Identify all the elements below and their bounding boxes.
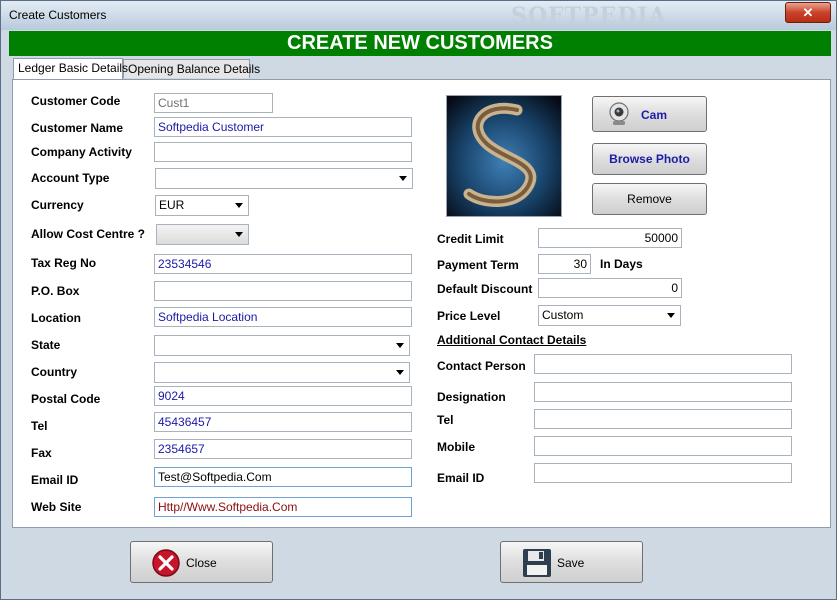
price-level-select[interactable]: Custom xyxy=(538,305,681,326)
webcam-icon xyxy=(609,102,629,125)
contact-email-input[interactable] xyxy=(534,463,792,483)
company-activity-label: Company Activity xyxy=(31,145,132,159)
customer-photo xyxy=(446,95,562,217)
state-label: State xyxy=(31,338,61,352)
tab-ledger-basic-details[interactable]: Ledger Basic Details xyxy=(13,58,128,79)
additional-contact-heading: Additional Contact Details xyxy=(437,333,587,347)
state-select[interactable] xyxy=(154,335,410,356)
mobile-label: Mobile xyxy=(437,440,475,454)
allow-cost-centre-label: Allow Cost Centre ? xyxy=(31,227,146,241)
tax-reg-no-input[interactable]: 23534546 xyxy=(154,254,412,274)
email-id-label: Email ID xyxy=(31,473,79,487)
default-discount-input[interactable]: 0 xyxy=(538,278,682,298)
credit-limit-label: Credit Limit xyxy=(437,232,504,246)
account-type-select[interactable] xyxy=(155,168,413,189)
save-button-label: Save xyxy=(557,556,585,570)
customer-code-label: Customer Code xyxy=(31,94,121,108)
po-box-input[interactable] xyxy=(154,281,412,301)
location-input[interactable]: Softpedia Location xyxy=(154,307,412,327)
website-label: Web Site xyxy=(31,500,82,514)
currency-label: Currency xyxy=(31,198,84,212)
create-customers-window: Create Customers SOFTPEDIA ✕ CREATE NEW … xyxy=(0,0,837,600)
close-button[interactable]: Close xyxy=(130,541,273,583)
close-circle-icon xyxy=(152,549,180,577)
payment-term-unit: In Days xyxy=(600,257,643,271)
mobile-input[interactable] xyxy=(534,436,792,456)
currency-value: EUR xyxy=(159,198,185,212)
close-button-label: Close xyxy=(186,556,217,570)
default-discount-label: Default Discount xyxy=(437,282,533,296)
contact-tel-input[interactable] xyxy=(534,409,792,429)
window-title: Create Customers xyxy=(9,8,107,22)
tax-reg-no-label: Tax Reg No xyxy=(31,256,97,270)
tel-input[interactable]: 45436457 xyxy=(154,412,412,432)
contact-email-label: Email ID xyxy=(437,471,485,485)
payment-term-input[interactable]: 30 xyxy=(538,254,591,274)
chevron-down-icon xyxy=(396,343,404,348)
designation-input[interactable] xyxy=(534,382,792,402)
floppy-disk-icon xyxy=(523,549,551,577)
window-close-button[interactable]: ✕ xyxy=(785,2,831,23)
contact-person-input[interactable] xyxy=(534,354,792,374)
company-activity-input[interactable] xyxy=(154,142,412,162)
contact-tel-label: Tel xyxy=(437,413,454,427)
designation-label: Designation xyxy=(437,390,506,404)
remove-photo-button[interactable]: Remove xyxy=(592,183,707,215)
chevron-down-icon xyxy=(396,370,404,375)
payment-term-label: Payment Term xyxy=(437,258,519,272)
browse-photo-button[interactable]: Browse Photo xyxy=(592,143,707,175)
email-id-input[interactable]: Test@Softpedia.Com xyxy=(154,467,412,487)
cam-button-label: Cam xyxy=(641,108,668,122)
contact-person-label: Contact Person xyxy=(437,359,526,373)
po-box-label: P.O. Box xyxy=(31,284,80,298)
fax-label: Fax xyxy=(31,446,52,460)
account-type-label: Account Type xyxy=(31,171,110,185)
fax-input[interactable]: 2354657 xyxy=(154,439,412,459)
tab-opening-balance-details[interactable]: Opening Balance Details xyxy=(123,59,260,78)
chevron-down-icon xyxy=(235,232,243,237)
location-label: Location xyxy=(31,311,81,325)
cam-button[interactable]: Cam xyxy=(592,96,707,132)
save-button[interactable]: Save xyxy=(500,541,643,583)
close-icon: ✕ xyxy=(802,5,814,20)
tel-label: Tel xyxy=(31,419,48,433)
country-label: Country xyxy=(31,365,77,379)
website-input[interactable]: Http//Www.Softpedia.Com xyxy=(154,497,412,517)
price-level-label: Price Level xyxy=(437,309,501,323)
customer-name-input[interactable]: Softpedia Customer xyxy=(154,117,412,137)
postal-code-label: Postal Code xyxy=(31,392,101,406)
price-level-value: Custom xyxy=(542,308,584,322)
chevron-down-icon xyxy=(399,176,407,181)
ledger-basic-details-panel: Customer Code Cust1 Customer Name Softpe… xyxy=(12,79,831,528)
title-bar: Create Customers SOFTPEDIA ✕ xyxy=(1,1,836,30)
page-title: CREATE NEW CUSTOMERS xyxy=(9,31,831,56)
photo-image xyxy=(447,96,561,216)
country-select[interactable] xyxy=(154,362,410,383)
chevron-down-icon xyxy=(235,203,243,208)
postal-code-input[interactable]: 9024 xyxy=(154,386,412,406)
customer-name-label: Customer Name xyxy=(31,121,124,135)
credit-limit-input[interactable]: 50000 xyxy=(538,228,682,248)
customer-code-input[interactable]: Cust1 xyxy=(154,93,273,113)
currency-select[interactable]: EUR xyxy=(155,195,249,216)
allow-cost-centre-select[interactable] xyxy=(156,224,249,245)
chevron-down-icon xyxy=(667,313,675,318)
watermark-logo: SOFTPEDIA xyxy=(511,3,667,29)
